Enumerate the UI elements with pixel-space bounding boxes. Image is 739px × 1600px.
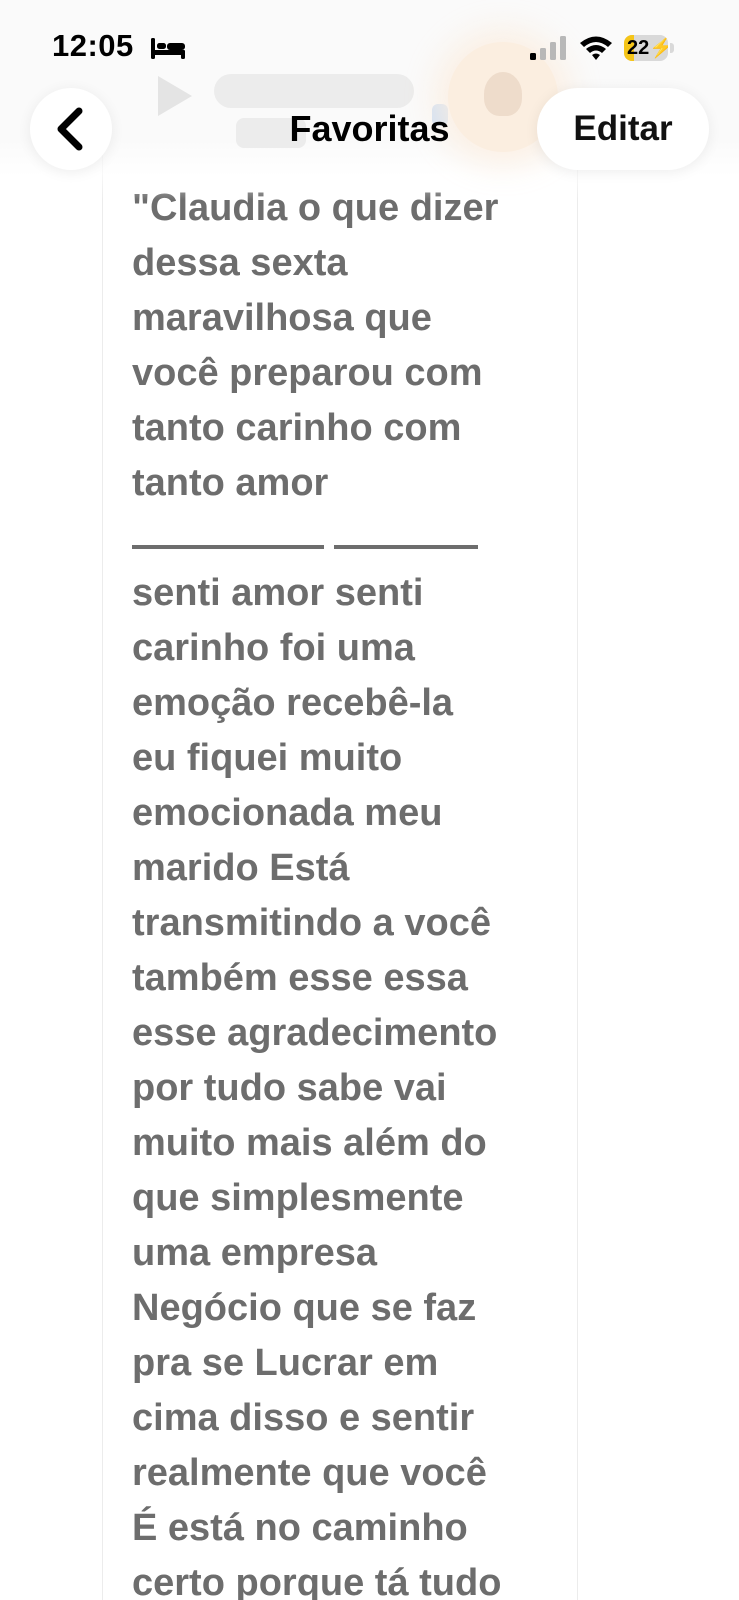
message-line: eu fiquei muito xyxy=(132,737,403,779)
message-line: É está no caminho xyxy=(132,1507,468,1549)
message-line: Negócio que se faz xyxy=(132,1287,477,1329)
message-line: maravilhosa que xyxy=(132,297,432,339)
message-line: esse agradecimento xyxy=(132,1012,498,1054)
message-line: marido Está xyxy=(132,847,350,889)
redacted-blank-lines xyxy=(132,511,542,566)
bed-icon xyxy=(151,38,185,59)
message-line: senti amor senti xyxy=(132,572,424,614)
message-line: cima disso e sentir xyxy=(132,1397,475,1439)
wifi-icon xyxy=(580,36,612,60)
status-time: 12:05 xyxy=(52,28,134,63)
message-line: tanto amor xyxy=(132,462,329,504)
message-line: dessa sexta xyxy=(132,242,348,284)
message-line: certo porque tá tudo xyxy=(132,1562,502,1600)
message-line: transmitindo a você xyxy=(132,902,491,944)
battery-charging-icon: 22⚡ xyxy=(624,35,674,61)
message-line: emocionada meu xyxy=(132,792,443,834)
edit-button[interactable]: Editar xyxy=(537,88,709,170)
message-line: você preparou com xyxy=(132,352,483,394)
message-line: uma empresa xyxy=(132,1232,378,1274)
message-line: que simplesmente xyxy=(132,1177,464,1219)
message-line: emoção recebê-la xyxy=(132,682,454,724)
favorites-screen: "Claudia o que dizer dessa sexta maravilho… xyxy=(0,0,739,1600)
audio-waveform xyxy=(214,74,414,108)
message-line: muito mais além do xyxy=(132,1122,487,1164)
message-line: carinho foi uma xyxy=(132,627,415,669)
message-line: realmente que você xyxy=(132,1452,487,1494)
message-line: por tudo sabe vai xyxy=(132,1067,447,1109)
message-line: tanto carinho com xyxy=(132,407,462,449)
battery-level-label: 22⚡ xyxy=(627,36,668,60)
charging-bolt-icon: ⚡ xyxy=(649,37,668,59)
signal-icon xyxy=(530,36,566,60)
message-transcription-text: "Claudia o que dizer dessa sexta maravilho… xyxy=(132,181,542,1600)
message-line: também esse essa xyxy=(132,957,468,999)
message-line: pra se Lucrar em xyxy=(132,1342,439,1384)
